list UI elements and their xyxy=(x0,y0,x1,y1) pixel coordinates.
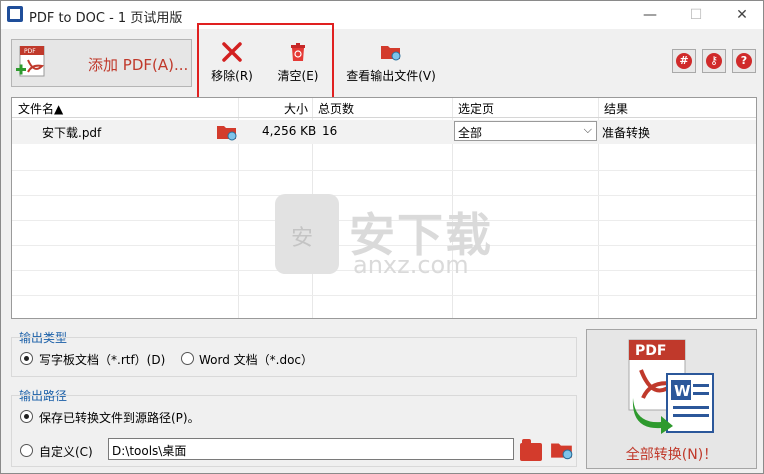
minimize-button[interactable]: — xyxy=(635,5,665,25)
help-icon: ? xyxy=(736,53,752,69)
pdf-to-word-icon: PDF W xyxy=(628,339,714,434)
header-size[interactable]: 大小 xyxy=(284,100,308,117)
key-button[interactable]: ⚷ xyxy=(702,49,726,73)
source-path-label[interactable]: 保存已转换文件到源路径(P)。 xyxy=(39,409,200,426)
svg-text:PDF: PDF xyxy=(635,343,666,359)
convert-all-button[interactable]: PDF W 全部转换(N)！ xyxy=(586,329,757,469)
watermark-logo xyxy=(275,194,339,274)
cell-size: 4,256 KB xyxy=(262,124,317,138)
pdf-add-icon: PDF xyxy=(16,46,45,77)
header-selected[interactable]: 选定页 xyxy=(458,100,494,117)
view-output-label: 查看输出文件(V) xyxy=(346,69,436,83)
row-divider xyxy=(12,195,756,196)
doc-label[interactable]: Word 文档（*.doc） xyxy=(199,351,313,368)
row-divider xyxy=(12,170,756,171)
app-icon xyxy=(7,6,23,22)
add-pdf-button[interactable]: PDF 添加 PDF(A)... xyxy=(11,39,192,87)
key-icon: ⚷ xyxy=(706,53,722,69)
row-divider xyxy=(12,295,756,296)
page-select-value: 全部 xyxy=(458,126,483,140)
folder-search-icon[interactable] xyxy=(216,122,238,142)
header-result[interactable]: 结果 xyxy=(604,100,628,117)
source-path-radio[interactable] xyxy=(20,410,33,423)
header-pages[interactable]: 总页数 xyxy=(318,100,354,117)
chevron-down-icon: ⌵ xyxy=(583,123,592,136)
svg-text:W: W xyxy=(674,382,691,400)
remove-button[interactable]: 移除(R) xyxy=(207,41,257,84)
globe-icon: # xyxy=(676,53,692,69)
custom-path-value: D:\tools\桌面 xyxy=(112,444,187,458)
table-row[interactable]: 安下载.pdf 4,256 KB 16 全部 ⌵ 准备转换 xyxy=(12,120,756,144)
cell-filename: 安下载.pdf xyxy=(42,126,102,140)
remove-label: 移除(R) xyxy=(211,69,253,83)
doc-radio[interactable] xyxy=(181,352,194,365)
add-pdf-label: 添加 PDF(A)... xyxy=(88,56,189,74)
table-header: 文件名▲ 大小 总页数 选定页 结果 xyxy=(12,98,756,118)
clear-button[interactable]: 清空(E) xyxy=(273,41,323,84)
folder-search-icon xyxy=(381,46,401,61)
folder-search-icon[interactable] xyxy=(550,438,574,462)
custom-path-radio[interactable] xyxy=(20,444,33,457)
watermark-sub: anxz.com xyxy=(353,251,469,279)
globe-button[interactable]: # xyxy=(672,49,696,73)
header-filename[interactable]: 文件名▲ xyxy=(18,100,63,117)
convert-all-label: 全部转换(N)！ xyxy=(625,447,718,463)
title-bar: PDF to DOC - 1 页试用版 — ☐ ✕ xyxy=(1,1,763,29)
rtf-radio[interactable] xyxy=(20,352,33,365)
page-select[interactable]: 全部 ⌵ xyxy=(454,121,597,141)
clear-label: 清空(E) xyxy=(277,69,319,83)
window-title: PDF to DOC - 1 页试用版 xyxy=(29,11,183,26)
cell-result: 准备转换 xyxy=(602,126,651,140)
custom-path-field[interactable]: D:\tools\桌面 xyxy=(108,438,514,460)
app-window: PDF to DOC - 1 页试用版 — ☐ ✕ PDF 添加 PDF(A).… xyxy=(0,0,764,474)
browse-folder-icon[interactable] xyxy=(520,439,542,461)
remove-x-icon xyxy=(222,42,242,62)
help-button[interactable]: ? xyxy=(732,49,756,73)
svg-text:PDF: PDF xyxy=(24,48,36,55)
custom-path-label[interactable]: 自定义(C) xyxy=(39,443,93,460)
rtf-label[interactable]: 写字板文档（*.rtf）(D) xyxy=(39,351,165,368)
view-output-button[interactable]: 查看输出文件(V) xyxy=(341,41,441,84)
maximize-button[interactable]: ☐ xyxy=(681,5,711,25)
trash-icon xyxy=(291,43,305,61)
cell-pages: 16 xyxy=(322,124,338,138)
close-button[interactable]: ✕ xyxy=(727,5,757,25)
